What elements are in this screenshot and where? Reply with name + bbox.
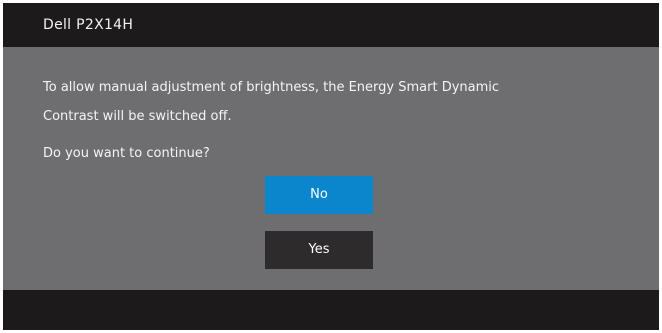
footer-bar	[3, 290, 659, 330]
message-panel: To allow manual adjustment of brightness…	[3, 47, 659, 290]
message-line-1: To allow manual adjustment of brightness…	[43, 80, 500, 95]
title-bar: Dell P2X14H	[3, 3, 659, 47]
message-line-2: Contrast will be switched off.	[43, 109, 232, 124]
no-button[interactable]: No	[265, 176, 373, 214]
confirm-question: Do you want to continue?	[43, 146, 210, 161]
monitor-model-title: Dell P2X14H	[43, 17, 134, 33]
yes-button[interactable]: Yes	[265, 231, 373, 269]
osd-dialog: Dell P2X14H To allow manual adjustment o…	[3, 3, 659, 330]
